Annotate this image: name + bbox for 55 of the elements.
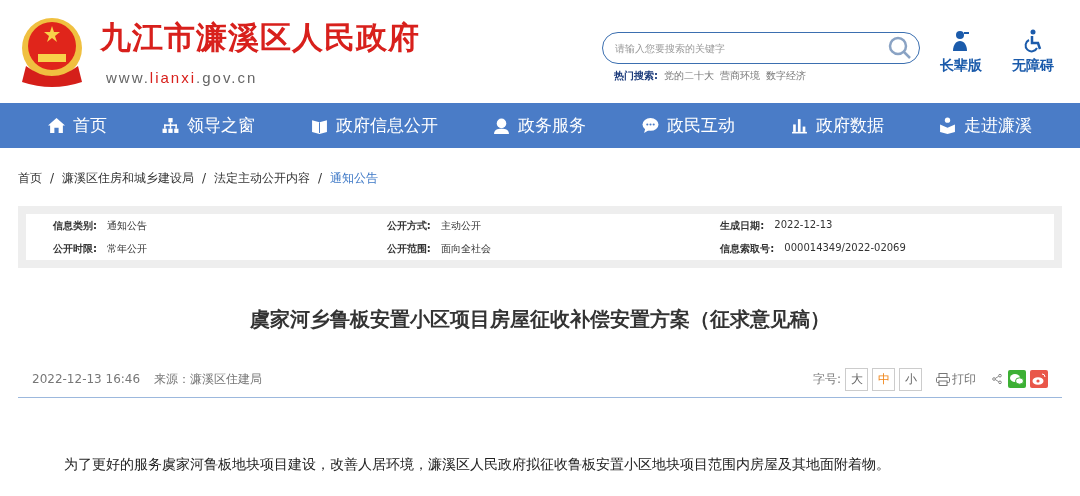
article-title: 虞家河乡鲁板安置小区项目房屋征收补偿安置方案（征求意见稿） bbox=[249, 306, 831, 333]
nav-item[interactable]: 走进濂溪 bbox=[933, 113, 1039, 138]
nav-item[interactable]: 政民互动 bbox=[636, 113, 742, 138]
info-label: 生成日期: bbox=[720, 218, 765, 233]
info-value: 主动公开 bbox=[440, 218, 481, 233]
breadcrumb-link[interactable]: 法定主动公开内容 bbox=[214, 169, 311, 187]
chat-icon bbox=[642, 117, 660, 134]
bar-chart-icon bbox=[790, 117, 808, 134]
info-label: 信息类别: bbox=[53, 218, 97, 233]
hot-search-link[interactable]: 党的二十大 bbox=[664, 69, 714, 83]
nav-item[interactable]: 首页 bbox=[41, 113, 113, 138]
hot-search-label: 热门搜索: bbox=[614, 69, 658, 83]
breadcrumb-separator: / bbox=[202, 171, 207, 185]
info-value: 000014349/2022-02069 bbox=[784, 241, 906, 255]
breadcrumb-separator: / bbox=[50, 171, 55, 185]
font-size-button[interactable]: 中 bbox=[872, 367, 895, 391]
site-title: 九江市濂溪区人民政府 bbox=[100, 18, 421, 57]
book-icon bbox=[310, 117, 328, 134]
info-label: 公开方式: bbox=[386, 218, 431, 233]
accessible-mode-button[interactable]: 无障碍 bbox=[1012, 28, 1054, 75]
nav-item[interactable]: 领导之窗 bbox=[156, 113, 262, 138]
info-label: 公开时限: bbox=[53, 241, 97, 256]
nav-item[interactable]: 政府数据 bbox=[784, 113, 890, 138]
article-source: 来源：濂溪区住建局 bbox=[154, 370, 263, 388]
site-url: www.lianxi.gov.cn bbox=[105, 69, 259, 86]
info-value: 2022-12-13 bbox=[774, 218, 833, 232]
font-size-button[interactable]: 小 bbox=[899, 367, 922, 391]
info-value: 通知公告 bbox=[107, 218, 147, 233]
nav-item[interactable]: 政府信息公开 bbox=[304, 113, 444, 138]
hot-search-link[interactable]: 营商环境 bbox=[720, 69, 760, 83]
breadcrumb-separator: / bbox=[318, 171, 323, 185]
sitemap-icon bbox=[162, 117, 180, 134]
info-label: 信息索取号: bbox=[720, 241, 775, 256]
article-paragraph: 为了更好的服务虞家河鲁板地块项目建设，改善人居环境，濂溪区人民政府拟征收鲁板安置小区地块项目范围内房屋及其地面附着物。 bbox=[64, 456, 891, 474]
hot-search-link[interactable]: 数字经济 bbox=[766, 69, 806, 83]
user-icon bbox=[493, 117, 511, 134]
search-icon[interactable] bbox=[888, 36, 912, 60]
publish-date: 2022-12-13 16:46 bbox=[32, 372, 141, 386]
reader-icon bbox=[939, 117, 957, 134]
font-size-label: 字号: bbox=[812, 370, 841, 388]
weibo-icon[interactable] bbox=[1030, 370, 1048, 388]
elder-mode-button[interactable]: 长辈版 bbox=[940, 28, 982, 75]
info-value: 面向全社会 bbox=[440, 241, 491, 256]
wechat-icon[interactable] bbox=[1008, 370, 1026, 388]
breadcrumb-link[interactable]: 通知公告 bbox=[330, 169, 379, 187]
breadcrumb-link[interactable]: 首页 bbox=[18, 169, 42, 187]
info-label: 公开范围: bbox=[386, 241, 431, 256]
printer-icon bbox=[936, 372, 950, 386]
print-button[interactable]: 打印 bbox=[936, 370, 976, 388]
breadcrumb-link[interactable]: 濂溪区住房和城乡建设局 bbox=[62, 169, 195, 187]
home-icon bbox=[47, 117, 65, 134]
info-value: 常年公开 bbox=[107, 241, 147, 256]
search-field[interactable]: 请输入您要搜索的关键字 bbox=[602, 32, 920, 64]
font-size-button[interactable]: 大 bbox=[845, 367, 868, 391]
nav-item[interactable]: 政务服务 bbox=[487, 113, 593, 138]
